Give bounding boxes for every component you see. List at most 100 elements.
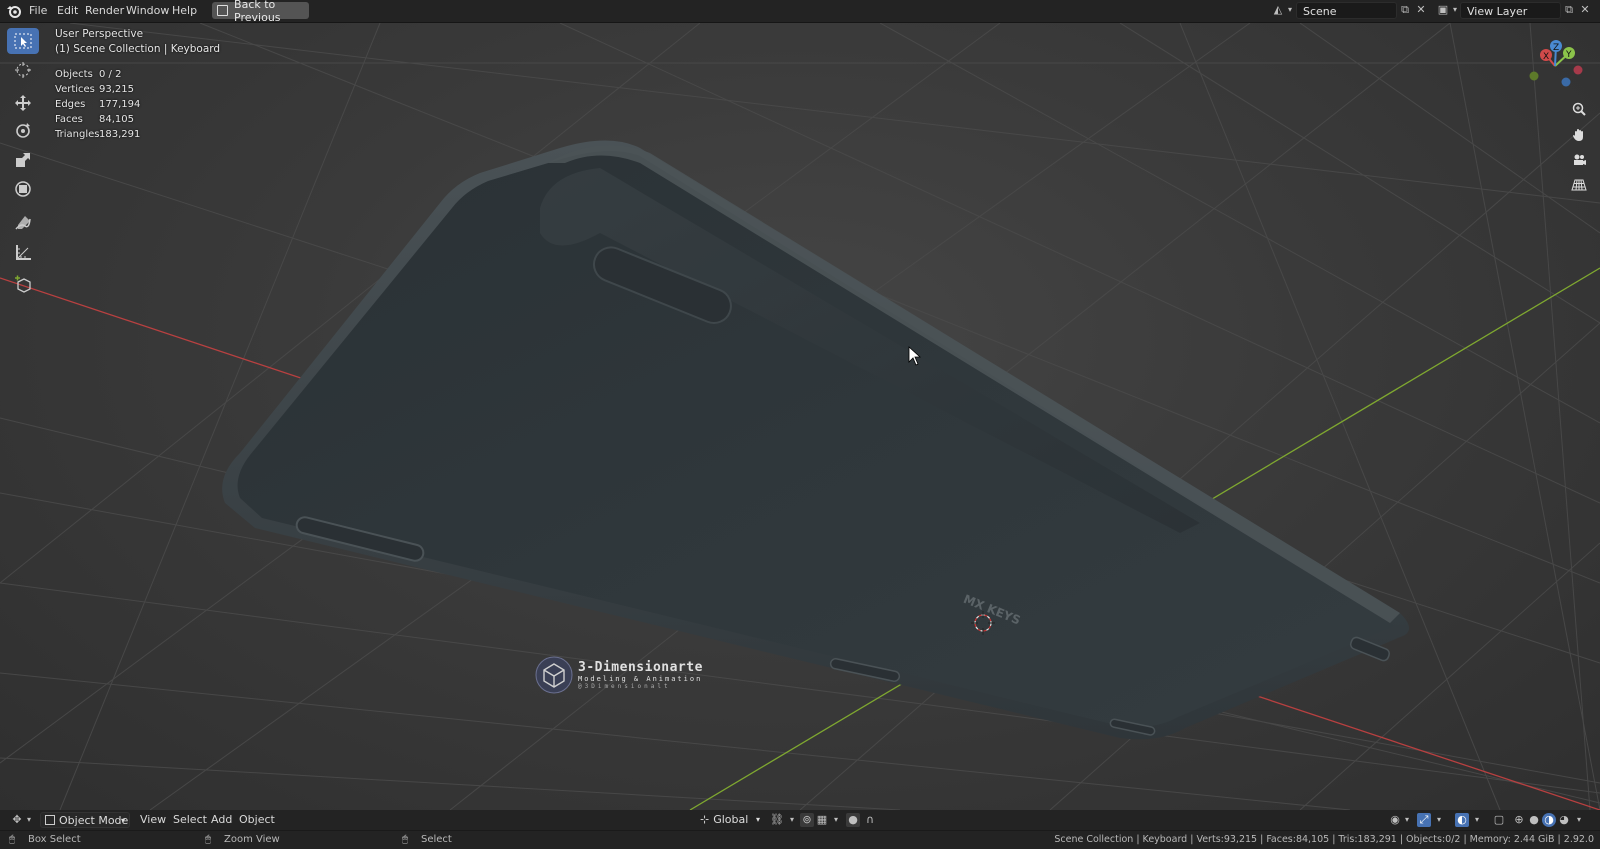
mouse-right-icon: 🖱 [402, 834, 408, 845]
menu-edit[interactable]: Edit [57, 4, 78, 17]
pivot-point-icon[interactable]: ⛓ [770, 813, 784, 827]
stat-row-faces: Faces 84,105 [55, 114, 134, 125]
active-collection-label: (1) Scene Collection | Keyboard [55, 43, 221, 55]
scale-tool[interactable] [7, 147, 39, 173]
stat-row-edges: Edges 177,194 [55, 99, 141, 110]
viewport-scene: MX KEYS [0, 23, 1600, 810]
zoom-icon [1572, 102, 1586, 116]
status-hint-box-select: Box Select [28, 834, 81, 845]
shading-dropdown-icon[interactable]: ▾ [1572, 813, 1586, 827]
annotate-pencil-icon [15, 216, 31, 230]
snap-dropdown-icon[interactable]: ▾ [829, 813, 843, 827]
camera-view-button[interactable] [1568, 149, 1590, 171]
stat-row-objects: Objects 0 / 2 [55, 69, 122, 80]
transform-orientation-label: Global [713, 813, 749, 826]
status-hint-select: Select [421, 834, 452, 845]
orientation-chevron-icon: ▾ [755, 815, 760, 824]
back-to-previous-button[interactable]: Back to Previous [212, 0, 309, 24]
add-cube-tool[interactable] [7, 271, 39, 297]
measure-ruler-icon [16, 245, 31, 260]
transform-orientation-dropdown[interactable]: ⊹ Global ▾ [696, 812, 762, 828]
falloff-icon[interactable]: ∩ [863, 813, 877, 827]
watermark-logo-icon [535, 656, 573, 694]
watermark: 3-Dimensionarte Modeling & Animation @3D… [535, 656, 703, 694]
transform-tool[interactable] [7, 176, 39, 202]
mouse-left-icon: 🖱 [9, 834, 15, 845]
shading-rendered-icon[interactable]: ◕ [1557, 813, 1571, 827]
zoom-view-button[interactable] [1568, 98, 1590, 120]
add-cube-icon [15, 275, 31, 293]
stat-row-triangles: Triangles 183,291 [55, 129, 141, 140]
snap-toggle-icon[interactable]: ⊚ [800, 813, 814, 827]
scene-statistics: Objects 0 / 2 Vertices 93,215 Edges 177,194… [55, 67, 140, 142]
header-menu-object[interactable]: Object [239, 813, 275, 826]
3d-cursor-icon [15, 62, 31, 78]
move-tool[interactable] [7, 90, 39, 116]
transform-icon [15, 181, 31, 197]
shading-wireframe-icon[interactable]: ⊕ [1512, 813, 1526, 827]
3d-viewport[interactable]: MX KEYS User Perspective (1) Scene Colle… [0, 23, 1600, 810]
header-menu-add[interactable]: Add [211, 813, 232, 826]
rotate-tool[interactable] [7, 118, 39, 144]
view-layer-close-icon[interactable]: ✕ [1578, 3, 1592, 17]
perspective-toggle-button[interactable] [1568, 174, 1590, 196]
gizmo-neg-y [1529, 71, 1539, 81]
hand-icon [1573, 129, 1583, 141]
scene-dropdown-icon[interactable]: ▾ [1283, 3, 1297, 17]
scale-icon [16, 153, 30, 167]
gizmo-neg-z [1561, 77, 1571, 87]
select-box-tool[interactable] [7, 28, 39, 54]
mouse-middle-icon: 🖱 [205, 834, 211, 845]
object-mode-label: Object Mode [59, 814, 129, 827]
blender-logo-icon[interactable] [6, 3, 22, 19]
status-bar: 🖱 Box Select 🖱 Zoom View 🖱 Select Scene … [0, 830, 1600, 849]
view-layer-copy-icon[interactable]: ⧉ [1562, 3, 1576, 17]
snap-target-icon[interactable]: ▦ [815, 813, 829, 827]
back-button-label: Back to Previous [234, 0, 281, 24]
gizmo-neg-x [1573, 65, 1583, 75]
camera-icon [1574, 154, 1586, 165]
proportional-editing-icon[interactable]: ● [846, 813, 860, 827]
object-mode-chevron-icon: ▾ [120, 816, 125, 825]
navigation-gizmo[interactable]: X Y Z [1525, 36, 1585, 96]
gizmo-dropdown-icon[interactable]: ▾ [1432, 813, 1446, 827]
view-layer-name-field[interactable]: View Layer [1460, 2, 1561, 19]
watermark-handle: @3Dimensionalt [578, 683, 671, 690]
gizmo-toggle-icon[interactable]: ⤢ [1417, 813, 1431, 827]
menu-window[interactable]: Window [126, 4, 169, 17]
viewport-header: ✥ ▾ Object Mode ▾ View Select Add Object … [0, 810, 1600, 830]
orientation-icon: ⊹ [700, 813, 710, 826]
scene-close-icon[interactable]: ✕ [1414, 3, 1428, 17]
shading-solid-icon[interactable]: ● [1527, 813, 1541, 827]
shading-material-icon[interactable]: ◑ [1542, 813, 1556, 827]
svg-text:X: X [1543, 52, 1549, 62]
top-bar: File Edit Render Window Help Back to Pre… [0, 0, 1600, 24]
svg-text:Z: Z [1553, 43, 1559, 53]
header-menu-view[interactable]: View [140, 813, 166, 826]
scene-name-field[interactable]: Scene [1296, 2, 1397, 19]
visibility-dropdown-icon[interactable]: ▾ [1400, 813, 1414, 827]
screen-back-icon [217, 5, 229, 16]
menu-help[interactable]: Help [172, 4, 197, 17]
header-menu-select[interactable]: Select [173, 813, 207, 826]
keyboard-model: MX KEYS [222, 140, 1410, 740]
view-perspective-label: User Perspective [55, 28, 144, 40]
scene-copy-icon[interactable]: ⧉ [1398, 3, 1412, 17]
rotate-icon [16, 123, 30, 138]
menu-render[interactable]: Render [85, 4, 124, 17]
editor-type-dropdown-icon[interactable]: ▾ [22, 813, 36, 827]
menu-file[interactable]: File [29, 4, 47, 17]
overlays-dropdown-icon[interactable]: ▾ [1470, 813, 1484, 827]
pan-view-button[interactable] [1568, 124, 1590, 146]
object-mode-icon [45, 815, 55, 825]
stat-row-vertices: Vertices 93,215 [55, 84, 134, 95]
grid-perspective-icon [1571, 179, 1587, 191]
xray-toggle-icon[interactable]: ▢ [1492, 813, 1506, 827]
overlays-toggle-icon[interactable]: ◐ [1455, 813, 1469, 827]
watermark-subtitle: Modeling & Animation [578, 675, 703, 683]
annotate-tool[interactable] [7, 210, 39, 236]
pivot-dropdown-icon[interactable]: ▾ [785, 813, 799, 827]
measure-tool[interactable] [7, 239, 39, 265]
object-mode-dropdown[interactable]: Object Mode ▾ [40, 812, 130, 828]
cursor-tool[interactable] [7, 57, 39, 83]
